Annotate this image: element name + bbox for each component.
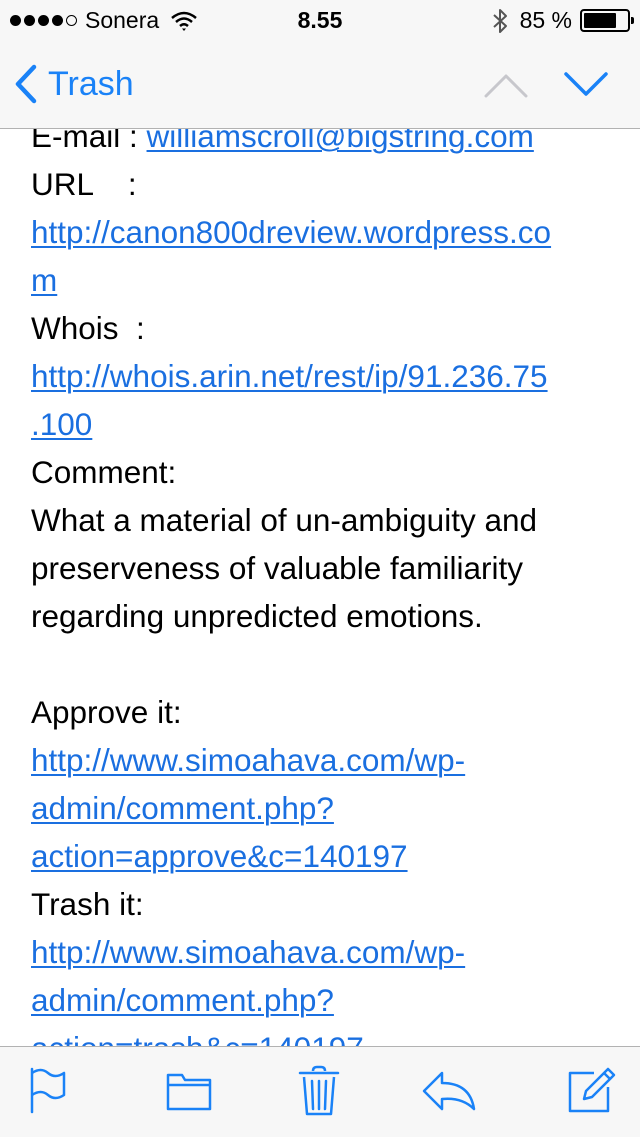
url-link-continued[interactable]: m (31, 262, 57, 298)
email-label: E-mail : (31, 128, 138, 154)
whois-link-continued[interactable]: .100 (31, 406, 92, 442)
trash-link[interactable]: admin/comment.php? (31, 982, 334, 1018)
previous-message-button[interactable] (484, 64, 528, 108)
approve-link[interactable]: admin/comment.php? (31, 790, 334, 826)
delete-button[interactable] (296, 1065, 342, 1116)
status-right: 85 % (492, 7, 634, 34)
email-row: E-mail : williamscroll@bigstring.com (31, 128, 616, 160)
whois-link[interactable]: http://whois.arin.net/rest/ip/91.236.75 (31, 358, 548, 394)
back-button-label: Trash (48, 64, 134, 103)
next-message-button[interactable] (564, 64, 608, 108)
trash-icon (298, 1065, 340, 1116)
back-button[interactable]: Trash (14, 62, 134, 106)
approve-link[interactable]: http://www.simoahava.com/wp- (31, 742, 465, 778)
url-link[interactable]: http://canon800dreview.wordpress.co (31, 214, 551, 250)
compose-icon (568, 1067, 616, 1113)
flag-button[interactable] (26, 1065, 68, 1115)
battery-icon (580, 9, 634, 32)
folder-icon (166, 1073, 212, 1111)
approve-link[interactable]: action=approve&c=140197 (31, 838, 408, 874)
navigation-bar: Trash (0, 40, 640, 129)
bluetooth-icon (492, 8, 507, 33)
battery-level-fill (584, 13, 616, 28)
comment-text-line: regarding unpredicted emotions. (31, 598, 483, 634)
flag-icon (30, 1067, 66, 1114)
comment-text-line: preserveness of valuable familiarity (31, 550, 523, 586)
message-body[interactable]: E-mail : williamscroll@bigstring.com URL… (0, 128, 640, 1046)
status-bar: Sonera 8.55 85 % (0, 0, 640, 40)
chevron-down-icon (564, 72, 608, 96)
url-label: URL : (31, 166, 137, 202)
reply-button[interactable] (420, 1065, 480, 1115)
battery-percentage: 85 % (519, 7, 572, 33)
comment-label: Comment: (31, 454, 177, 490)
chevron-left-icon (15, 64, 37, 104)
approve-label: Approve it: (31, 694, 182, 730)
email-link[interactable]: williamscroll@bigstring.com (147, 128, 534, 154)
whois-label: Whois : (31, 310, 145, 346)
bottom-toolbar (0, 1046, 640, 1137)
trash-label: Trash it: (31, 886, 144, 922)
move-to-folder-button[interactable] (164, 1065, 214, 1115)
message-text: E-mail : williamscroll@bigstring.com URL… (31, 128, 616, 1046)
compose-button[interactable] (566, 1065, 618, 1115)
trash-link[interactable]: action=trash&c=140197 (31, 1030, 364, 1046)
trash-link[interactable]: http://www.simoahava.com/wp- (31, 934, 465, 970)
chevron-up-icon (484, 74, 528, 98)
comment-text-line: What a material of un-ambiguity and (31, 502, 537, 538)
reply-icon (422, 1071, 476, 1111)
